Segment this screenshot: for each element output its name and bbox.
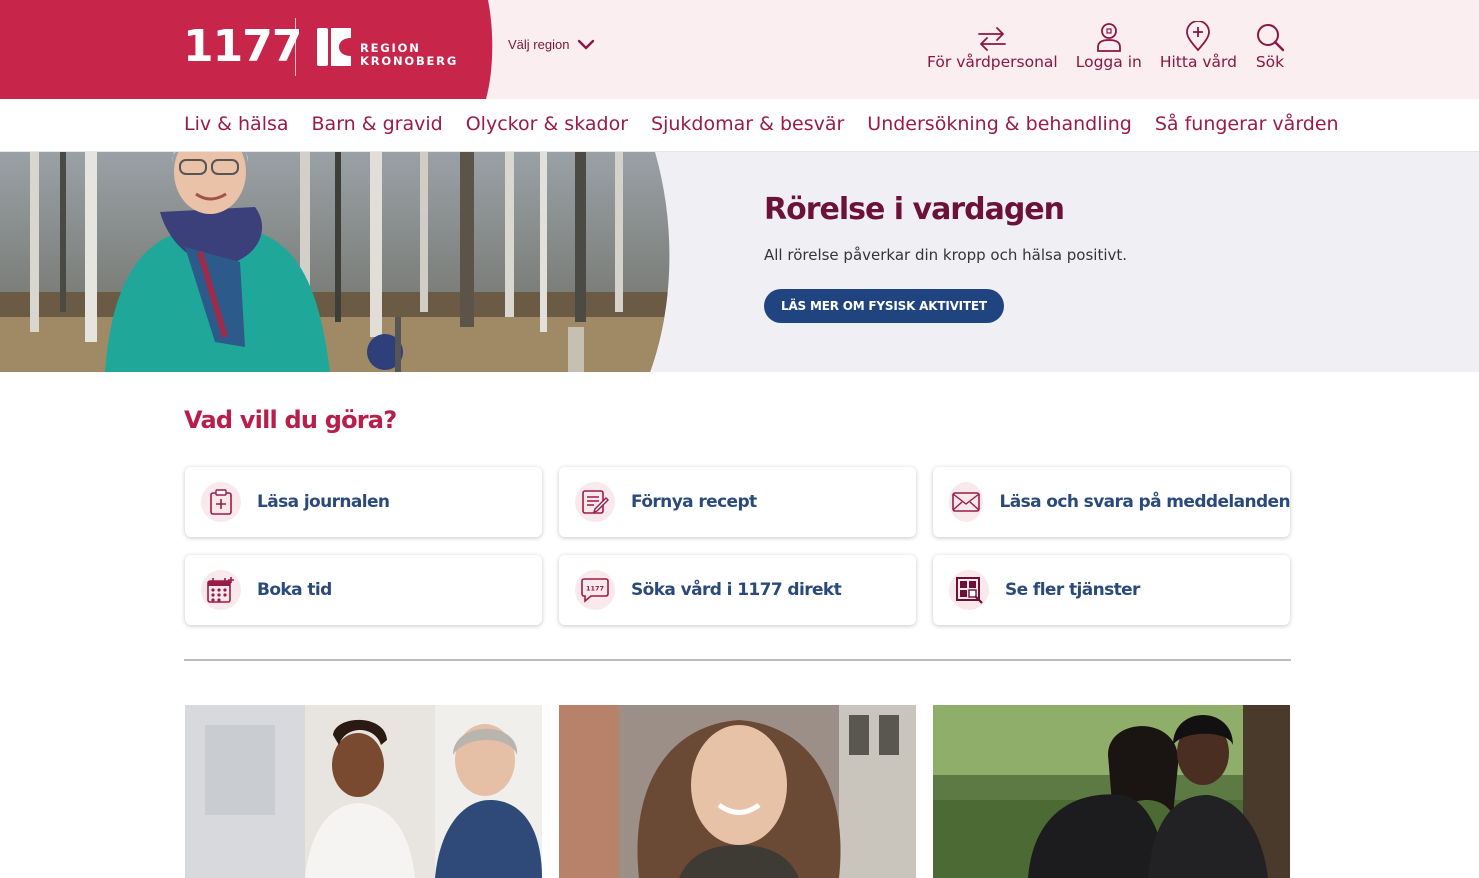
search-icon bbox=[1257, 24, 1285, 52]
top-actions: För vårdpersonal Logga in Hitta vård Sök bbox=[927, 20, 1285, 71]
nav-item-liv-halsa[interactable]: Liv & hälsa bbox=[184, 113, 289, 135]
grid-services-icon bbox=[956, 577, 983, 604]
main-navigation: Liv & hälsa Barn & gravid Olyckor & skad… bbox=[0, 99, 1479, 152]
login-link[interactable]: Logga in bbox=[1076, 20, 1142, 71]
feature-image-young-woman[interactable] bbox=[559, 705, 916, 878]
site-header: 1177 REGION KRONOBERG Välj region För vå… bbox=[0, 0, 1479, 99]
service-icon-circle bbox=[949, 570, 989, 610]
service-icon-circle: 1177 bbox=[575, 570, 615, 610]
hero-text: All rörelse påverkar din kropp och hälsa… bbox=[764, 246, 1128, 264]
user-lock-icon bbox=[1096, 23, 1121, 52]
envelope-icon bbox=[952, 492, 981, 512]
region-select-label: Välj region bbox=[508, 37, 570, 52]
service-label: Läsa journalen bbox=[257, 492, 390, 512]
calendar-icon bbox=[207, 577, 234, 603]
service-icon-circle bbox=[575, 482, 615, 522]
logo-1177[interactable]: 1177 bbox=[183, 22, 302, 72]
location-plus-icon bbox=[1186, 21, 1211, 52]
feature-image-two-women[interactable] bbox=[933, 705, 1290, 878]
feature-image-mammography[interactable] bbox=[185, 705, 542, 878]
service-label: Förnya recept bbox=[631, 492, 757, 512]
for-professionals-link[interactable]: För vårdpersonal bbox=[927, 20, 1058, 71]
nav-item-undersokning-behandling[interactable]: Undersökning & behandling bbox=[867, 113, 1132, 135]
service-card-book[interactable]: Boka tid bbox=[185, 555, 542, 625]
brand-block: 1177 REGION KRONOBERG bbox=[0, 0, 494, 99]
service-label: Söka vård i 1177 direkt bbox=[631, 580, 842, 600]
section-divider bbox=[184, 659, 1291, 661]
hero-banner: Rörelse i vardagen All rörelse påverkar … bbox=[0, 152, 1479, 372]
find-care-link[interactable]: Hitta vård bbox=[1160, 20, 1237, 71]
region-kronoberg-mark bbox=[317, 28, 351, 66]
service-card-prescription[interactable]: Förnya recept bbox=[559, 467, 916, 537]
service-card-more[interactable]: Se fler tjänster bbox=[933, 555, 1290, 625]
service-card-journal[interactable]: Läsa journalen bbox=[185, 467, 542, 537]
service-label: Läsa och svara på meddelanden bbox=[999, 492, 1290, 512]
swap-arrows-icon bbox=[978, 27, 1007, 51]
medical-record-icon bbox=[210, 489, 232, 515]
read-more-button[interactable]: LÄS MER OM FYSISK AKTIVITET bbox=[764, 289, 1004, 323]
hero-photo bbox=[0, 152, 670, 372]
search-link[interactable]: Sök bbox=[1255, 20, 1285, 71]
find-care-label: Hitta vård bbox=[1159, 53, 1237, 71]
region-select[interactable]: Välj region bbox=[508, 37, 595, 52]
service-label: Boka tid bbox=[257, 580, 332, 600]
service-label: Se fler tjänster bbox=[1005, 580, 1140, 600]
nav-item-barn-gravid[interactable]: Barn & gravid bbox=[312, 113, 443, 135]
service-icon-circle bbox=[949, 482, 984, 522]
for-professionals-label: För vårdpersonal bbox=[927, 53, 1058, 71]
service-icon-circle bbox=[201, 570, 241, 610]
service-icon-circle bbox=[201, 482, 241, 522]
login-label: Logga in bbox=[1075, 53, 1142, 71]
prescription-icon bbox=[582, 490, 609, 514]
logo-divider bbox=[295, 18, 296, 76]
service-card-messages[interactable]: Läsa och svara på meddelanden bbox=[933, 467, 1291, 537]
search-label: Sök bbox=[1255, 53, 1285, 71]
chevron-down-icon bbox=[578, 39, 595, 49]
chat-1177-icon: 1177 bbox=[581, 578, 609, 603]
service-card-1177-direkt[interactable]: 1177 Söka vård i 1177 direkt bbox=[559, 555, 916, 625]
nav-item-sjukdomar-besvar[interactable]: Sjukdomar & besvär bbox=[651, 113, 844, 135]
region-logo-text[interactable]: REGION KRONOBERG bbox=[360, 42, 458, 68]
svg-text:1177: 1177 bbox=[586, 585, 604, 593]
hero-title: Rörelse i vardagen bbox=[764, 192, 1065, 227]
nav-item-olyckor-skador[interactable]: Olyckor & skador bbox=[466, 113, 628, 135]
nav-item-sa-fungerar-varden[interactable]: Så fungerar vården bbox=[1155, 113, 1339, 135]
services-title: Vad vill du göra? bbox=[184, 406, 397, 434]
